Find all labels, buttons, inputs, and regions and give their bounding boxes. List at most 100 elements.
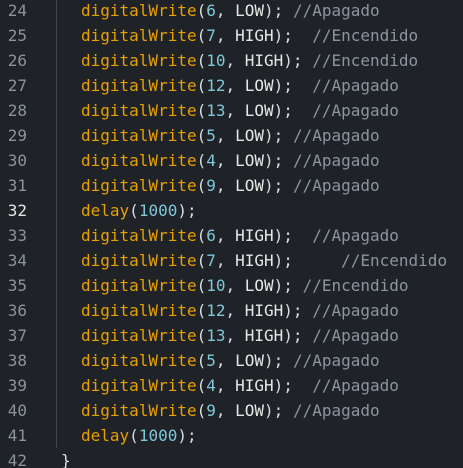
code-text[interactable]: digitalWrite(5, LOW); //Apagado xyxy=(81,123,380,148)
close-paren: ); xyxy=(273,101,293,120)
argument-number: 5 xyxy=(206,351,216,370)
open-paren: ( xyxy=(196,226,207,245)
code-line[interactable]: 39 digitalWrite(4, HIGH); //Apagado xyxy=(0,373,463,398)
code-comment: //Apagado xyxy=(312,76,399,95)
line-number: 26 xyxy=(7,51,27,70)
code-line[interactable]: 25 digitalWrite(7, HIGH); //Encendido xyxy=(0,23,463,48)
level-constant: LOW xyxy=(244,101,274,120)
code-lines[interactable]: 24 digitalWrite(6, LOW); //Apagado 25 digit… xyxy=(0,0,463,468)
close-paren: ); xyxy=(273,376,293,395)
code-line[interactable]: 30 digitalWrite(4, LOW); //Apagado xyxy=(0,148,463,173)
indent-guide xyxy=(56,0,57,23)
code-line[interactable]: 38 digitalWrite(5, LOW); //Apagado xyxy=(0,348,463,373)
argument-separator: , xyxy=(215,251,236,270)
argument-number: 6 xyxy=(206,1,216,20)
argument-number: 4 xyxy=(206,376,216,395)
function-name: digitalWrite xyxy=(81,26,197,45)
indent-guide xyxy=(56,423,57,448)
level-constant: LOW xyxy=(244,76,274,95)
line-number: 32 xyxy=(7,201,27,220)
code-text[interactable]: digitalWrite(4, LOW); //Apagado xyxy=(81,148,380,173)
open-paren: ( xyxy=(196,151,207,170)
close-paren: ); xyxy=(177,426,197,445)
level-constant: HIGH xyxy=(235,376,274,395)
indent-guide xyxy=(56,98,57,123)
close-paren: ); xyxy=(264,151,284,170)
code-line[interactable]: 26 digitalWrite(10, HIGH); //Encendido xyxy=(0,48,463,73)
open-paren: ( xyxy=(196,176,207,195)
code-line[interactable]: 32 delay(1000); xyxy=(0,198,463,223)
indent-guide xyxy=(56,148,57,173)
code-line[interactable]: 34 digitalWrite(7, HIGH); //Encendido xyxy=(0,248,463,273)
code-comment: //Encendido xyxy=(302,276,409,295)
close-paren: ); xyxy=(273,276,293,295)
code-text[interactable]: digitalWrite(12, LOW); //Apagado xyxy=(81,73,399,98)
code-text[interactable]: digitalWrite(10, LOW); //Encendido xyxy=(81,273,409,298)
argument-separator: , xyxy=(215,176,236,195)
function-name: digitalWrite xyxy=(81,376,197,395)
line-number: 38 xyxy=(7,351,27,370)
close-paren: ); xyxy=(283,301,303,320)
code-comment: //Apagado xyxy=(312,226,399,245)
code-line[interactable]: 27 digitalWrite(12, LOW); //Apagado xyxy=(0,73,463,98)
argument-separator: , xyxy=(215,376,236,395)
argument-separator: , xyxy=(225,51,245,70)
code-text[interactable]: digitalWrite(12, HIGH); //Apagado xyxy=(81,298,399,323)
function-name: digitalWrite xyxy=(81,251,197,270)
line-number: 24 xyxy=(7,1,27,20)
code-text[interactable]: delay(1000); xyxy=(81,423,197,448)
open-paren: ( xyxy=(129,426,139,445)
code-text[interactable]: digitalWrite(10, HIGH); //Encendido xyxy=(81,48,418,73)
code-line[interactable]: 36 digitalWrite(12, HIGH); //Apagado xyxy=(0,298,463,323)
close-paren: ); xyxy=(264,351,284,370)
code-comment: //Apagado xyxy=(292,126,380,145)
code-line[interactable]: 40 digitalWrite(9, LOW); //Apagado xyxy=(0,398,463,423)
code-text[interactable]: digitalWrite(4, HIGH); //Apagado xyxy=(81,373,399,398)
open-paren: ( xyxy=(196,76,207,95)
indent-guide xyxy=(56,398,57,423)
argument-number: 1000 xyxy=(138,426,178,445)
line-number: 28 xyxy=(7,101,27,120)
code-text[interactable]: digitalWrite(7, HIGH); //Encendido xyxy=(81,23,418,48)
code-text[interactable]: digitalWrite(9, LOW); //Apagado xyxy=(81,398,380,423)
argument-separator: , xyxy=(215,226,236,245)
code-text[interactable]: digitalWrite(7, HIGH); //Encendido xyxy=(81,248,447,273)
code-line[interactable]: 31 digitalWrite(9, LOW); //Apagado xyxy=(0,173,463,198)
code-text[interactable]: digitalWrite(5, LOW); //Apagado xyxy=(81,348,380,373)
code-line[interactable]: 28 digitalWrite(13, LOW); //Apagado xyxy=(0,98,463,123)
code-text[interactable]: digitalWrite(6, LOW); //Apagado xyxy=(81,0,380,23)
argument-number: 7 xyxy=(206,251,216,270)
code-comment: //Apagado xyxy=(292,351,380,370)
line-number: 34 xyxy=(7,251,27,270)
argument-number: 10 xyxy=(206,276,226,295)
close-paren: ); xyxy=(264,401,284,420)
code-editor[interactable]: 24 digitalWrite(6, LOW); //Apagado 25 digit… xyxy=(0,0,463,468)
argument-number: 9 xyxy=(206,176,216,195)
code-text[interactable]: digitalWrite(6, HIGH); //Apagado xyxy=(81,223,399,248)
closing-brace: } xyxy=(61,451,71,468)
code-text[interactable]: digitalWrite(13, LOW); //Apagado xyxy=(81,98,399,123)
code-comment: //Apagado xyxy=(292,151,380,170)
argument-number: 12 xyxy=(206,301,226,320)
code-line[interactable]: 24 digitalWrite(6, LOW); //Apagado xyxy=(0,0,463,23)
argument-separator: , xyxy=(225,301,245,320)
argument-number: 4 xyxy=(206,151,216,170)
argument-number: 13 xyxy=(206,101,226,120)
code-line[interactable]: 35 digitalWrite(10, LOW); //Encendido xyxy=(0,273,463,298)
function-name: digitalWrite xyxy=(81,1,197,20)
code-line[interactable]: 33 digitalWrite(6, HIGH); //Apagado xyxy=(0,223,463,248)
code-line[interactable]: 41 delay(1000); xyxy=(0,423,463,448)
code-line[interactable]: 37 digitalWrite(13, HIGH); //Apagado xyxy=(0,323,463,348)
code-text[interactable]: digitalWrite(13, HIGH); //Apagado xyxy=(81,323,399,348)
code-text[interactable]: digitalWrite(9, LOW); //Apagado xyxy=(81,173,380,198)
code-line[interactable]: 29 digitalWrite(5, LOW); //Apagado xyxy=(0,123,463,148)
code-line[interactable]: 42} xyxy=(0,448,463,468)
argument-number: 5 xyxy=(206,126,216,145)
open-paren: ( xyxy=(129,201,139,220)
code-comment: //Apagado xyxy=(292,401,380,420)
code-text[interactable]: delay(1000); xyxy=(81,198,197,223)
open-paren: ( xyxy=(196,326,207,345)
